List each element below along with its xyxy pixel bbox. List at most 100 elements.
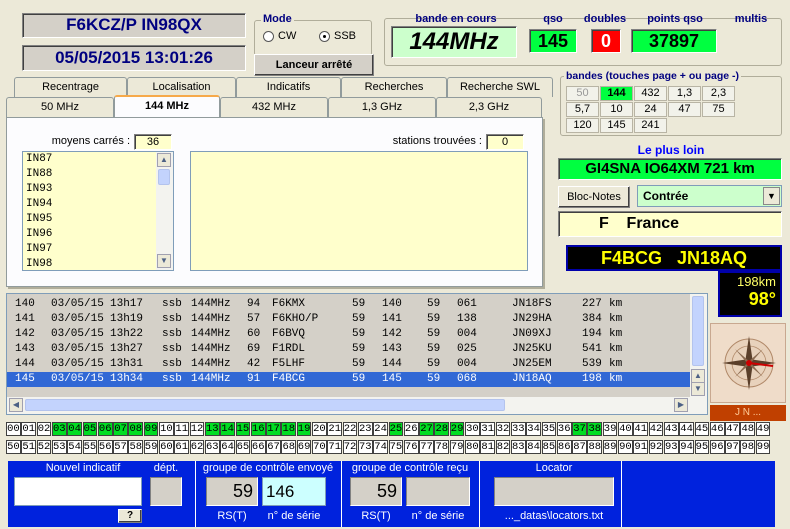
tab-indicatifs[interactable]: Indicatifs	[236, 77, 341, 97]
square-item[interactable]: IN95	[24, 212, 52, 227]
mode-cw-radio[interactable]: CW	[263, 30, 296, 42]
log-cell: 198	[582, 373, 602, 385]
band-button[interactable]: 2,3	[702, 86, 735, 101]
band-button[interactable]: 5,7	[566, 102, 599, 117]
log-cell: 144MHz	[191, 343, 231, 355]
band-button[interactable]: 1,3	[668, 86, 701, 101]
log-row[interactable]: 140 03/05/15 13h17 ssb 144MHz 94 F6KMX 59 140 59 0…	[7, 297, 690, 312]
log-cell: 025	[457, 343, 477, 355]
country-select[interactable]: Contrée ▼	[637, 185, 782, 207]
department-cell: 65	[235, 440, 251, 454]
log-cell: JN09XJ	[512, 328, 552, 340]
scroll-up-icon[interactable]: ▲	[157, 153, 171, 167]
department-cell: 41	[633, 422, 649, 436]
band-button[interactable]: 10	[600, 102, 633, 117]
square-item[interactable]: IN87	[24, 152, 52, 167]
band-button[interactable]: 432	[634, 86, 667, 101]
scroll-down-icon[interactable]: ▼	[157, 254, 171, 268]
locator-input[interactable]	[494, 477, 614, 506]
department-cell: 37	[572, 422, 587, 436]
scroll-down-icon[interactable]: ▼	[691, 382, 705, 396]
square-item[interactable]: IN94	[24, 197, 52, 212]
tab-recherche-swl[interactable]: Recherche SWL	[447, 77, 553, 97]
department-cell: 01	[21, 422, 37, 436]
band-button[interactable]: 120	[566, 118, 599, 133]
department-cell: 21	[327, 422, 343, 436]
department-cell: 63	[204, 440, 220, 454]
department-cell: 89	[602, 440, 618, 454]
band-button[interactable]: 50	[566, 86, 599, 101]
department-cell: 75	[388, 440, 404, 454]
band-button[interactable]: 24	[634, 102, 667, 117]
chevron-down-icon[interactable]: ▼	[763, 187, 780, 205]
log-cell: 59	[352, 373, 366, 385]
sent-rst-input[interactable]: 59	[206, 477, 258, 506]
band-button[interactable]: 145	[600, 118, 633, 133]
scroll-left-icon[interactable]: ◀	[9, 398, 23, 412]
log-cell: 59	[352, 313, 366, 325]
log-cell: 94	[247, 298, 261, 310]
square-item[interactable]: IN93	[24, 182, 52, 197]
department-cell: 05	[82, 422, 98, 436]
log-row[interactable]: 143 03/05/15 13h27 ssb 144MHz 69 F1RDL 59 143 59 0…	[7, 342, 690, 357]
squares-scrollbar[interactable]: ▲ ▼	[156, 152, 173, 270]
launcher-status-button[interactable]: Lanceur arrêté	[254, 54, 374, 76]
square-item[interactable]: IN88	[24, 167, 52, 182]
square-item[interactable]: IN96	[24, 227, 52, 242]
tab-50mhz[interactable]: 50 MHz	[6, 97, 114, 117]
band-button[interactable]: 144	[600, 86, 633, 101]
log-hscroll-thumb[interactable]	[25, 399, 505, 411]
mode-title: Mode	[261, 13, 294, 25]
stations-list[interactable]	[190, 151, 528, 271]
dept-input[interactable]	[150, 477, 182, 506]
scroll-right-icon[interactable]: ▶	[674, 398, 688, 412]
tab-432mhz[interactable]: 432 MHz	[220, 97, 328, 117]
department-cell: 81	[480, 440, 496, 454]
square-item[interactable]: IN98	[24, 257, 52, 272]
department-cell: 23	[357, 422, 373, 436]
mode-ssb-radio[interactable]: SSB	[319, 30, 356, 42]
tab-1-3ghz[interactable]: 1,3 GHz	[328, 97, 436, 117]
department-cell: 67	[266, 440, 281, 454]
log-cell: 13h19	[110, 313, 144, 325]
band-button[interactable]: 47	[668, 102, 701, 117]
log-hscrollbar[interactable]: ◀ ▶	[7, 397, 707, 414]
tab-2-3ghz[interactable]: 2,3 GHz	[436, 97, 542, 117]
band-button[interactable]: 75	[702, 102, 735, 117]
log-cell: 13h17	[110, 298, 144, 310]
log-cell: 539	[582, 358, 602, 370]
log-row[interactable]: 144 03/05/15 13h31 ssb 144MHz 42 F5LHF 59 144 59 0…	[7, 357, 690, 372]
log-row[interactable]: 145 03/05/15 13h34 ssb 144MHz 91 F4BCG 59 145 59 0…	[7, 372, 690, 387]
scroll-up-icon[interactable]: ▲	[691, 369, 705, 383]
separator	[341, 461, 342, 527]
tab-localisation[interactable]: Localisation	[127, 77, 236, 97]
department-cell: 04	[67, 422, 82, 436]
recv-serial-input[interactable]	[406, 477, 470, 506]
squares-list[interactable]: IN87 IN88 IN93 IN94 IN95 IN96 IN97 IN98 ▲ ▼	[22, 151, 174, 271]
country-display: F France	[558, 211, 782, 237]
tab-recentrage[interactable]: Recentrage	[14, 77, 127, 97]
band-button[interactable]: 241	[634, 118, 667, 133]
new-call-input[interactable]	[14, 477, 142, 506]
log-cell: 03/05/15	[51, 343, 104, 355]
log-vscrollbar[interactable]: ▲ ▼	[690, 294, 707, 397]
log-cell: 59	[427, 313, 441, 325]
square-item[interactable]: IN97	[24, 242, 52, 257]
log-row[interactable]: 141 03/05/15 13h19 ssb 144MHz 57 F6KHO/P 59 141 5…	[7, 312, 690, 327]
log-cell: 138	[457, 313, 477, 325]
recv-rst-input[interactable]: 59	[350, 477, 402, 506]
tab-144mhz[interactable]: 144 MHz	[114, 95, 220, 117]
log-vscroll-thumb[interactable]	[692, 296, 704, 366]
notepad-button[interactable]: Bloc-Notes	[558, 186, 630, 208]
help-button[interactable]: ?	[118, 509, 142, 523]
scroll-thumb[interactable]	[158, 169, 170, 185]
department-cell: 39	[602, 422, 618, 436]
sent-serial-input[interactable]: 146	[262, 477, 326, 506]
log-cell: 144MHz	[191, 328, 231, 340]
log-row[interactable]: 142 03/05/15 13h22 ssb 144MHz 60 F6BVQ 59 142 59 0…	[7, 327, 690, 342]
log-cell: 142	[382, 328, 402, 340]
qso-log-table[interactable]: 140 03/05/15 13h17 ssb 144MHz 94 F6KMX 59 140 59 0…	[6, 293, 708, 415]
sent-serial-label: n° de série	[267, 510, 321, 522]
tab-recherches[interactable]: Recherches	[341, 77, 447, 97]
department-cell: 16	[250, 422, 266, 436]
